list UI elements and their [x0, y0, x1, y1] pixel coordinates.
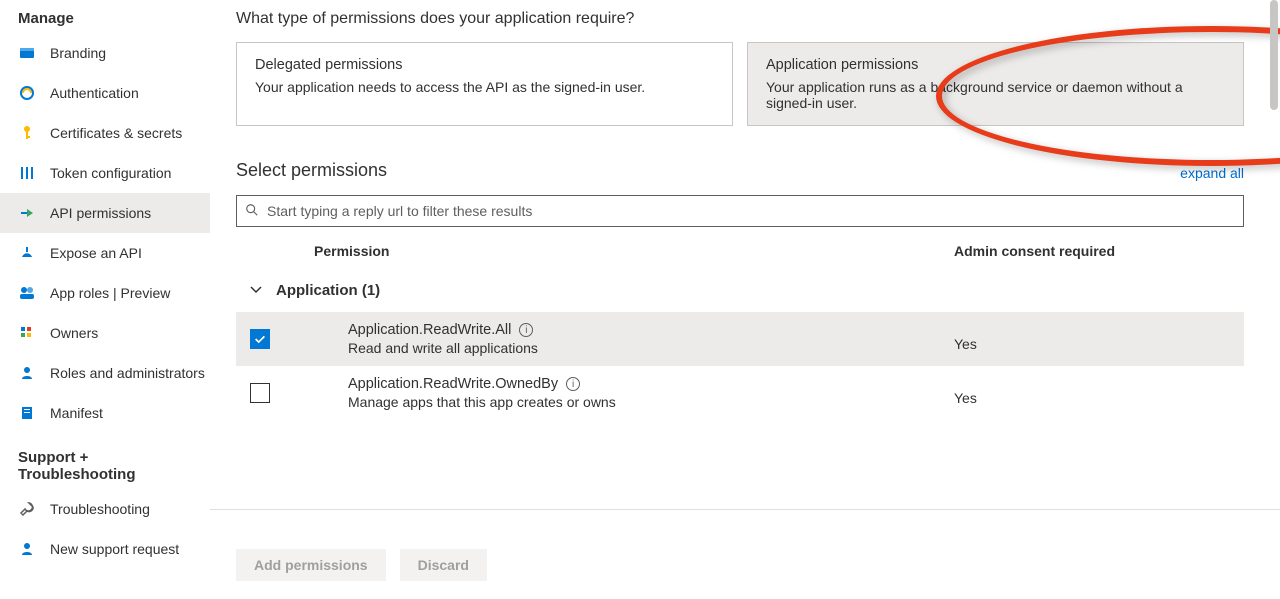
permission-name: Application.ReadWrite.OwnedBy	[348, 376, 558, 392]
permission-table-header: Permission Admin consent required	[236, 239, 1244, 269]
card-title: Delegated permissions	[255, 57, 714, 73]
scrollbar-thumb[interactable]	[1270, 0, 1278, 110]
sidebar-item-label: API permissions	[50, 205, 151, 221]
admin-consent-value: Yes	[954, 326, 1244, 352]
permission-row[interactable]: Application.ReadWrite.All i Read and wri…	[236, 312, 1244, 366]
sidebar-item-support-request[interactable]: New support request	[0, 529, 210, 569]
card-application-permissions[interactable]: Application permissions Your application…	[747, 42, 1244, 126]
select-permissions-heading: Select permissions	[236, 160, 387, 181]
sidebar-item-certificates[interactable]: Certificates & secrets	[0, 113, 210, 153]
permission-type-cards: Delegated permissions Your application n…	[236, 42, 1244, 126]
sidebar-item-api-permissions[interactable]: API permissions	[0, 193, 210, 233]
sidebar-item-label: Expose an API	[50, 245, 142, 261]
sidebar-item-expose-api[interactable]: Expose an API	[0, 233, 210, 273]
sidebar-item-token-config[interactable]: Token configuration	[0, 153, 210, 193]
branding-icon	[18, 44, 36, 62]
card-title: Application permissions	[766, 57, 1225, 73]
discard-button[interactable]: Discard	[400, 549, 487, 581]
column-admin-consent: Admin consent required	[954, 243, 1244, 259]
sidebar-section-manage: Manage	[0, 4, 210, 33]
sidebar-item-label: Manifest	[50, 405, 103, 421]
expand-all-link[interactable]: expand all	[1180, 165, 1244, 181]
permission-description: Read and write all applications	[348, 340, 954, 356]
sidebar-item-label: Roles and administrators	[50, 365, 205, 381]
support-request-icon	[18, 540, 36, 558]
sidebar: Manage Branding Authentication Certifica…	[0, 0, 210, 599]
sidebar-item-branding[interactable]: Branding	[0, 33, 210, 73]
token-config-icon	[18, 164, 36, 182]
sidebar-item-owners[interactable]: Owners	[0, 313, 210, 353]
expose-api-icon	[18, 244, 36, 262]
sidebar-item-label: New support request	[50, 541, 179, 557]
sidebar-item-label: Owners	[50, 325, 98, 341]
card-delegated-permissions[interactable]: Delegated permissions Your application n…	[236, 42, 733, 126]
card-desc: Your application needs to access the API…	[255, 79, 714, 95]
permission-row[interactable]: Application.ReadWrite.OwnedBy i Manage a…	[236, 366, 1244, 420]
certificates-icon	[18, 124, 36, 142]
api-permissions-icon	[18, 204, 36, 222]
sidebar-item-label: Token configuration	[50, 165, 171, 181]
sidebar-item-roles-admin[interactable]: Roles and administrators	[0, 353, 210, 393]
authentication-icon	[18, 84, 36, 102]
permission-type-question: What type of permissions does your appli…	[236, 10, 1244, 28]
admin-consent-value: Yes	[954, 380, 1244, 406]
permission-checkbox[interactable]	[250, 329, 270, 349]
column-permission: Permission	[276, 243, 954, 259]
sidebar-section-support: Support + Troubleshooting	[0, 443, 210, 489]
permission-description: Manage apps that this app creates or own…	[348, 394, 954, 410]
sidebar-item-manifest[interactable]: Manifest	[0, 393, 210, 433]
sidebar-item-label: Branding	[50, 45, 106, 61]
owners-icon	[18, 324, 36, 342]
search-icon	[245, 203, 259, 220]
permission-search-input[interactable]	[259, 203, 1235, 219]
sidebar-item-label: Certificates & secrets	[50, 125, 182, 141]
card-desc: Your application runs as a background se…	[766, 79, 1225, 111]
sidebar-item-label: App roles | Preview	[50, 285, 170, 301]
footer-action-bar: Add permissions Discard	[210, 509, 1280, 599]
roles-admin-icon	[18, 364, 36, 382]
add-permissions-button[interactable]: Add permissions	[236, 549, 386, 581]
permission-group-application[interactable]: Application (1)	[236, 269, 1244, 312]
sidebar-item-label: Troubleshooting	[50, 501, 150, 517]
sidebar-item-label: Authentication	[50, 85, 139, 101]
sidebar-item-troubleshooting[interactable]: Troubleshooting	[0, 489, 210, 529]
app-roles-icon	[18, 284, 36, 302]
group-label: Application (1)	[276, 282, 380, 299]
chevron-down-icon	[248, 281, 264, 300]
info-icon[interactable]: i	[566, 377, 580, 391]
sidebar-item-authentication[interactable]: Authentication	[0, 73, 210, 113]
permission-name: Application.ReadWrite.All	[348, 322, 511, 338]
sidebar-item-app-roles[interactable]: App roles | Preview	[0, 273, 210, 313]
permission-search-box[interactable]	[236, 195, 1244, 227]
manifest-icon	[18, 404, 36, 422]
troubleshooting-icon	[18, 500, 36, 518]
permission-checkbox[interactable]	[250, 383, 270, 403]
info-icon[interactable]: i	[519, 323, 533, 337]
